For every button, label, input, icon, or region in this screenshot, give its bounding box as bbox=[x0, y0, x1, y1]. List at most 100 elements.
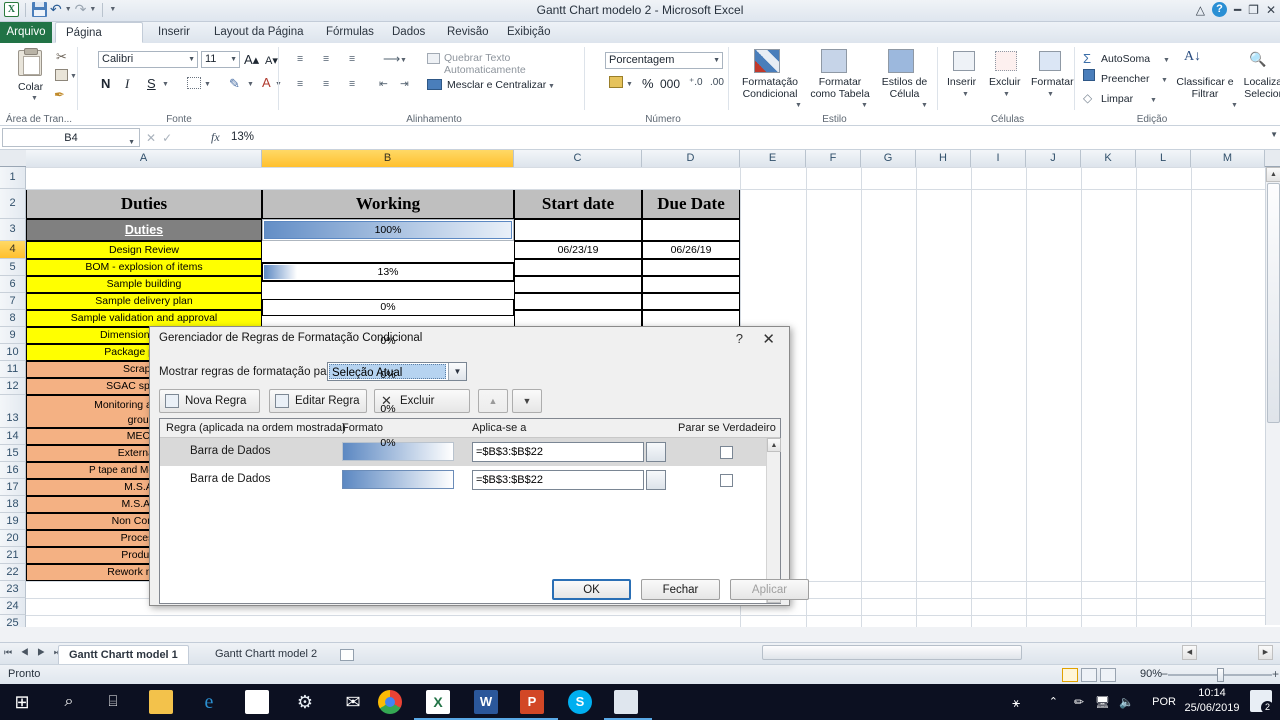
restore-button[interactable]: ❐ bbox=[1248, 3, 1259, 17]
horizontal-scroll-thumb[interactable] bbox=[762, 645, 1022, 660]
rule-1-range-selector-icon[interactable] bbox=[646, 442, 666, 462]
fill-icon[interactable] bbox=[1083, 69, 1095, 81]
conditional-formatting-button[interactable]: Formatação Condicional bbox=[735, 76, 805, 100]
tab-pagina-inicial[interactable]: Página Inicial bbox=[55, 22, 143, 60]
clear-dropdown-icon[interactable]: ▼ bbox=[1150, 97, 1157, 104]
insert-button[interactable]: Inserir bbox=[947, 76, 976, 88]
zoom-slider-thumb[interactable] bbox=[1217, 668, 1224, 682]
prev-sheet-icon[interactable]: ◀ bbox=[21, 647, 32, 657]
rule-2-stop-if-true-checkbox[interactable] bbox=[720, 474, 733, 487]
merge-center-dropdown-icon[interactable]: ▼ bbox=[548, 83, 555, 90]
name-box[interactable]: B4 ▼ bbox=[2, 128, 140, 147]
cell-C4[interactable]: 06/23/19 bbox=[514, 241, 642, 259]
format-as-table-button[interactable]: Formatar como Tabela bbox=[809, 76, 871, 100]
scroll-up-icon[interactable]: ▲ bbox=[1266, 167, 1280, 182]
row-header-20[interactable]: 20 bbox=[0, 530, 26, 547]
rules-scroll-up-icon[interactable]: ▲ bbox=[767, 438, 781, 452]
chevron-down-icon[interactable]: ▼ bbox=[230, 56, 237, 63]
percent-style-button[interactable]: % bbox=[642, 76, 654, 91]
tab-dados[interactable]: Dados bbox=[382, 22, 435, 43]
close-button[interactable]: Fechar bbox=[641, 579, 720, 600]
delete-button[interactable]: Excluir bbox=[989, 76, 1021, 88]
align-center-icon[interactable]: ≡ bbox=[323, 78, 329, 90]
zoom-in-button[interactable]: + bbox=[1272, 667, 1279, 681]
view-page-break-button[interactable] bbox=[1100, 668, 1116, 682]
row-header-13[interactable]: 13 bbox=[0, 395, 26, 428]
paste-dropdown-icon[interactable]: ▼ bbox=[31, 95, 38, 102]
row-header-19[interactable]: 19 bbox=[0, 513, 26, 530]
tab-arquivo[interactable]: Arquivo bbox=[0, 22, 52, 43]
sheet-nav-buttons[interactable]: ⏮ ◀ ▶ ⏭ bbox=[4, 647, 65, 658]
row-header-1[interactable]: 1 bbox=[0, 167, 26, 189]
row-header-17[interactable]: 17 bbox=[0, 479, 26, 496]
cell-styles-icon[interactable] bbox=[888, 49, 914, 73]
decrease-font-size-icon[interactable]: A▾ bbox=[265, 54, 278, 67]
decrease-indent-icon[interactable]: ⇤ bbox=[379, 78, 388, 90]
insert-dropdown-icon[interactable]: ▼ bbox=[962, 91, 969, 98]
cell-D7[interactable] bbox=[642, 293, 740, 310]
vertical-scroll-thumb[interactable] bbox=[1267, 183, 1280, 423]
settings-icon[interactable]: ⚙ bbox=[293, 690, 317, 714]
clear-button[interactable]: Limpar bbox=[1101, 93, 1133, 105]
chevron-down-icon[interactable]: ▼ bbox=[188, 56, 195, 63]
cell-B2[interactable]: Working bbox=[262, 189, 514, 219]
sheet-horizontal-scrollbar[interactable]: ◀ ▶ bbox=[760, 645, 1280, 661]
language-indicator[interactable]: POR bbox=[1152, 696, 1176, 708]
mail-icon[interactable]: ✉ bbox=[341, 690, 365, 714]
expand-formula-bar-icon[interactable]: ▼ bbox=[1270, 130, 1278, 139]
increase-indent-icon[interactable]: ⇥ bbox=[400, 78, 409, 90]
row-header-5[interactable]: 5 bbox=[0, 259, 26, 276]
file-explorer-icon[interactable] bbox=[149, 690, 173, 714]
sheet-tab-1[interactable]: Gantt Chartt model 1 bbox=[58, 645, 189, 664]
autosum-dropdown-icon[interactable]: ▼ bbox=[1163, 57, 1170, 64]
column-header-h[interactable]: H bbox=[916, 150, 971, 167]
align-bottom-icon[interactable]: ≡ bbox=[349, 53, 355, 65]
row-header-7[interactable]: 7 bbox=[0, 293, 26, 310]
format-painter-icon[interactable]: ✒ bbox=[54, 87, 65, 103]
paste-button[interactable]: Colar bbox=[18, 81, 43, 93]
formula-input[interactable]: 13% bbox=[231, 128, 1260, 147]
word-icon[interactable]: W bbox=[474, 690, 498, 714]
align-right-icon[interactable]: ≡ bbox=[349, 78, 355, 90]
cell-A8[interactable]: Sample validation and approval bbox=[26, 310, 262, 327]
font-name-input[interactable]: Calibri ▼ bbox=[98, 51, 198, 68]
column-header-j[interactable]: J bbox=[1026, 150, 1081, 167]
italic-button[interactable]: I bbox=[125, 76, 129, 92]
volume-icon[interactable]: 🔈 bbox=[1119, 695, 1134, 709]
cell-B3[interactable]: 100% bbox=[262, 219, 514, 241]
fill-color-dropdown-icon[interactable]: ▼ bbox=[247, 81, 254, 88]
orientation-dropdown-icon[interactable]: ▼ bbox=[400, 57, 407, 64]
excel-taskbar-icon[interactable]: X bbox=[426, 690, 450, 714]
row-header-3[interactable]: 3 bbox=[0, 219, 26, 241]
rule-1-stop-if-true-checkbox[interactable] bbox=[720, 446, 733, 459]
format-as-table-dropdown-icon[interactable]: ▼ bbox=[861, 102, 868, 109]
show-hidden-icons-icon[interactable]: ⌃ bbox=[1049, 695, 1058, 708]
cell-C7[interactable] bbox=[514, 293, 642, 310]
cell-D6[interactable] bbox=[642, 276, 740, 293]
underline-button[interactable]: S bbox=[147, 76, 156, 91]
tab-revisao[interactable]: Revisão bbox=[437, 22, 499, 43]
cell-D2[interactable]: Due Date bbox=[642, 189, 740, 219]
column-header-g[interactable]: G bbox=[861, 150, 916, 167]
first-sheet-icon[interactable]: ⏮ bbox=[4, 647, 15, 657]
scroll-right-icon[interactable]: ▶ bbox=[1258, 645, 1273, 660]
format-dropdown-icon[interactable]: ▼ bbox=[1047, 91, 1054, 98]
zoom-level[interactable]: 90% bbox=[1140, 668, 1162, 680]
align-top-icon[interactable]: ≡ bbox=[297, 53, 303, 65]
dialog-close-icon[interactable]: ✕ bbox=[762, 330, 775, 348]
cell-C6[interactable] bbox=[514, 276, 642, 293]
view-page-layout-button[interactable] bbox=[1081, 668, 1097, 682]
font-size-input[interactable]: 11 ▼ bbox=[201, 51, 240, 68]
number-format-select[interactable]: Porcentagem ▼ bbox=[605, 52, 723, 69]
ribbon-collapse-icon[interactable]: △ bbox=[1196, 3, 1205, 17]
cell-C3[interactable] bbox=[514, 219, 642, 241]
column-header-d[interactable]: D bbox=[642, 150, 740, 167]
insert-function-icon[interactable]: fx bbox=[211, 130, 220, 145]
format-as-table-icon[interactable] bbox=[821, 49, 847, 73]
column-header-c[interactable]: C bbox=[514, 150, 642, 167]
rule-2-applies-to[interactable]: =$B$3:$B$22 bbox=[472, 470, 644, 490]
zoom-out-button[interactable]: − bbox=[1161, 667, 1168, 681]
network-icon[interactable]: 🖥 bbox=[1095, 695, 1110, 709]
sort-filter-icon[interactable]: A↓ bbox=[1184, 49, 1201, 65]
cell-styles-dropdown-icon[interactable]: ▼ bbox=[921, 102, 928, 109]
